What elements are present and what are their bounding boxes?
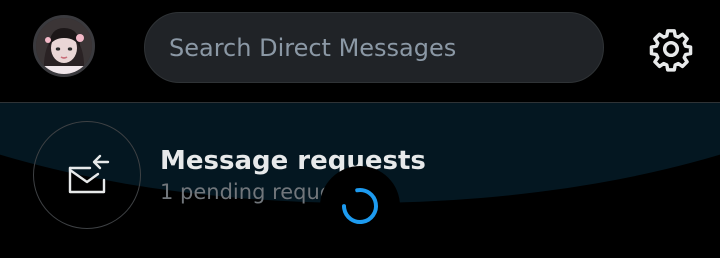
search-box[interactable] (144, 12, 604, 83)
conversation-list: Message requests 1 pending request (0, 103, 720, 258)
loading-spinner (320, 166, 400, 246)
dm-header (0, 0, 720, 102)
message-requests-icon-circle (33, 121, 141, 229)
spinner-icon (342, 188, 378, 225)
dm-screen: Message requests 1 pending request (0, 0, 720, 258)
gear-icon[interactable] (648, 26, 694, 72)
mail-return-icon (68, 154, 110, 194)
avatar[interactable] (33, 15, 95, 77)
search-input[interactable] (169, 13, 589, 82)
message-requests-title: Message requests (160, 146, 426, 176)
avatar-image (36, 18, 92, 74)
